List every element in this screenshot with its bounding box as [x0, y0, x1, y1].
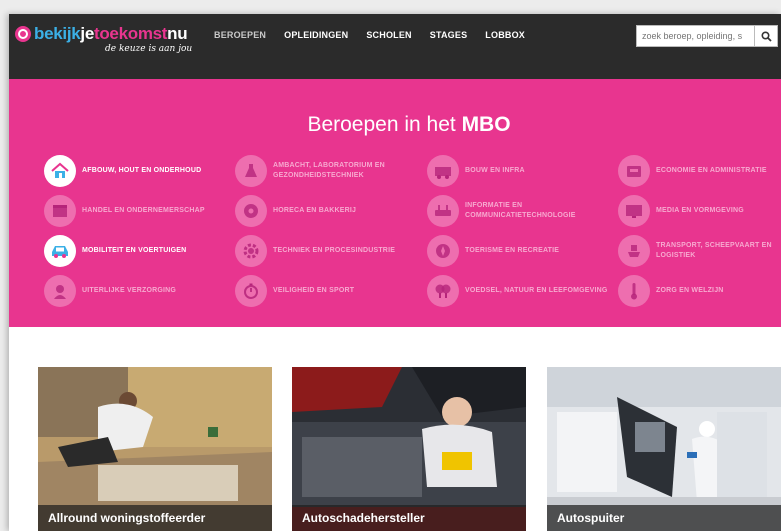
card-autospuiter[interactable]: Autospuiter	[547, 367, 781, 531]
main-nav: BEROEPEN OPLEIDINGEN SCHOLEN STAGES LOBB…	[214, 30, 534, 40]
category-label: Bouw en infra	[465, 167, 525, 174]
category-veiligheid[interactable]: Veiligheid en sport	[235, 275, 420, 307]
nav-beroepen[interactable]: BEROEPEN	[214, 30, 275, 40]
mbo-categories-section: Beroepen in het MBO Afbouw, hout en onde…	[9, 79, 781, 327]
ship-icon	[618, 235, 650, 267]
category-voedsel[interactable]: Voedsel, natuur en leefomgeving	[427, 275, 612, 307]
search-icon	[760, 30, 772, 42]
category-label: Transport, scheepvaart en logistiek	[656, 242, 772, 259]
thermometer-icon	[618, 275, 650, 307]
woman-icon	[44, 275, 76, 307]
card-autoschadehersteller[interactable]: Autoschadehersteller	[292, 367, 526, 531]
section-title: Beroepen in het MBO	[307, 113, 511, 136]
search-box	[636, 25, 781, 47]
category-bouw[interactable]: Bouw en infra	[427, 155, 612, 187]
browser-page: bekijkjetoekomstnu de keuze is aan jou B…	[9, 14, 781, 531]
logo-wordmark: bekijkjetoekomstnu	[34, 24, 188, 43]
category-mobiliteit[interactable]: Mobiliteit en voertuigen	[44, 235, 229, 267]
nav-scholen[interactable]: SCHOLEN	[357, 30, 420, 40]
category-transport[interactable]: Transport, scheepvaart en logistiek	[618, 235, 781, 267]
truck-icon	[427, 155, 459, 187]
logo-mark-icon	[15, 26, 31, 42]
category-label: Zorg en welzijn	[656, 287, 724, 294]
category-label: Veiligheid en sport	[273, 287, 355, 294]
category-horeca[interactable]: Horeca en bakkerij	[235, 195, 420, 227]
search-button[interactable]	[754, 25, 778, 47]
category-toerisme[interactable]: Toerisme en recreatie	[427, 235, 612, 267]
nav-stages[interactable]: STAGES	[421, 30, 477, 40]
category-ict[interactable]: Informatie en communicatietechnologie	[427, 195, 612, 227]
card-title: Autospuiter	[547, 505, 781, 531]
category-label: Economie en administratie	[656, 167, 767, 174]
card-title: Allround woningstoffeerder	[38, 505, 272, 531]
category-techniek[interactable]: Techniek en procesindustrie	[235, 235, 420, 267]
logo-tagline: de keuze is aan jou	[105, 44, 193, 54]
category-media[interactable]: Media en vormgeving	[618, 195, 781, 227]
top-navigation-bar: bekijkjetoekomstnu de keuze is aan jou B…	[9, 14, 781, 79]
search-input[interactable]	[636, 25, 754, 47]
category-ambacht[interactable]: Ambacht, laboratorium en gezondheidstech…	[235, 155, 420, 187]
flask-icon	[235, 155, 267, 187]
category-label: Voedsel, natuur en leefomgeving	[465, 287, 608, 294]
nav-lobbox[interactable]: LOBBOX	[476, 30, 534, 40]
cashregister-icon	[618, 155, 650, 187]
nav-opleidingen[interactable]: OPLEIDINGEN	[275, 30, 357, 40]
shop-icon	[44, 195, 76, 227]
category-label: Horeca en bakkerij	[273, 207, 357, 214]
gear-icon	[235, 235, 267, 267]
category-label: Ambacht, laboratorium en gezondheidstech…	[273, 162, 385, 179]
category-label: Informatie en communicatietechnologie	[465, 202, 576, 219]
house-icon	[44, 155, 76, 187]
category-label: Media en vormgeving	[656, 207, 744, 214]
category-label: Uiterlijke verzorging	[82, 287, 177, 294]
card-allround-woningstoffeerder[interactable]: Allround woningstoffeerder	[38, 367, 272, 531]
category-uiterlijke-verzorging[interactable]: Uiterlijke verzorging	[44, 275, 229, 307]
car-icon	[44, 235, 76, 267]
category-label: Mobiliteit en voertuigen	[82, 247, 187, 254]
category-handel[interactable]: Handel en ondernemerschap	[44, 195, 229, 227]
category-afbouw[interactable]: Afbouw, hout en onderhoud	[44, 155, 229, 187]
category-label: Handel en ondernemerschap	[82, 207, 205, 214]
router-icon	[427, 195, 459, 227]
profession-cards: Allround woningstoffeerder Autoschadeher…	[9, 327, 781, 531]
compass-icon	[427, 235, 459, 267]
donut-icon	[235, 195, 267, 227]
tree-icon	[427, 275, 459, 307]
category-label: Toerisme en recreatie	[465, 247, 560, 254]
category-label: Afbouw, hout en onderhoud	[82, 167, 202, 174]
category-label: Techniek en procesindustrie	[273, 247, 396, 254]
card-title: Autoschadehersteller	[292, 505, 526, 531]
category-economie[interactable]: Economie en administratie	[618, 155, 781, 187]
site-logo[interactable]: bekijkjetoekomstnu de keuze is aan jou	[15, 24, 205, 64]
monitor-icon	[618, 195, 650, 227]
category-zorg[interactable]: Zorg en welzijn	[618, 275, 781, 307]
stopwatch-icon	[235, 275, 267, 307]
